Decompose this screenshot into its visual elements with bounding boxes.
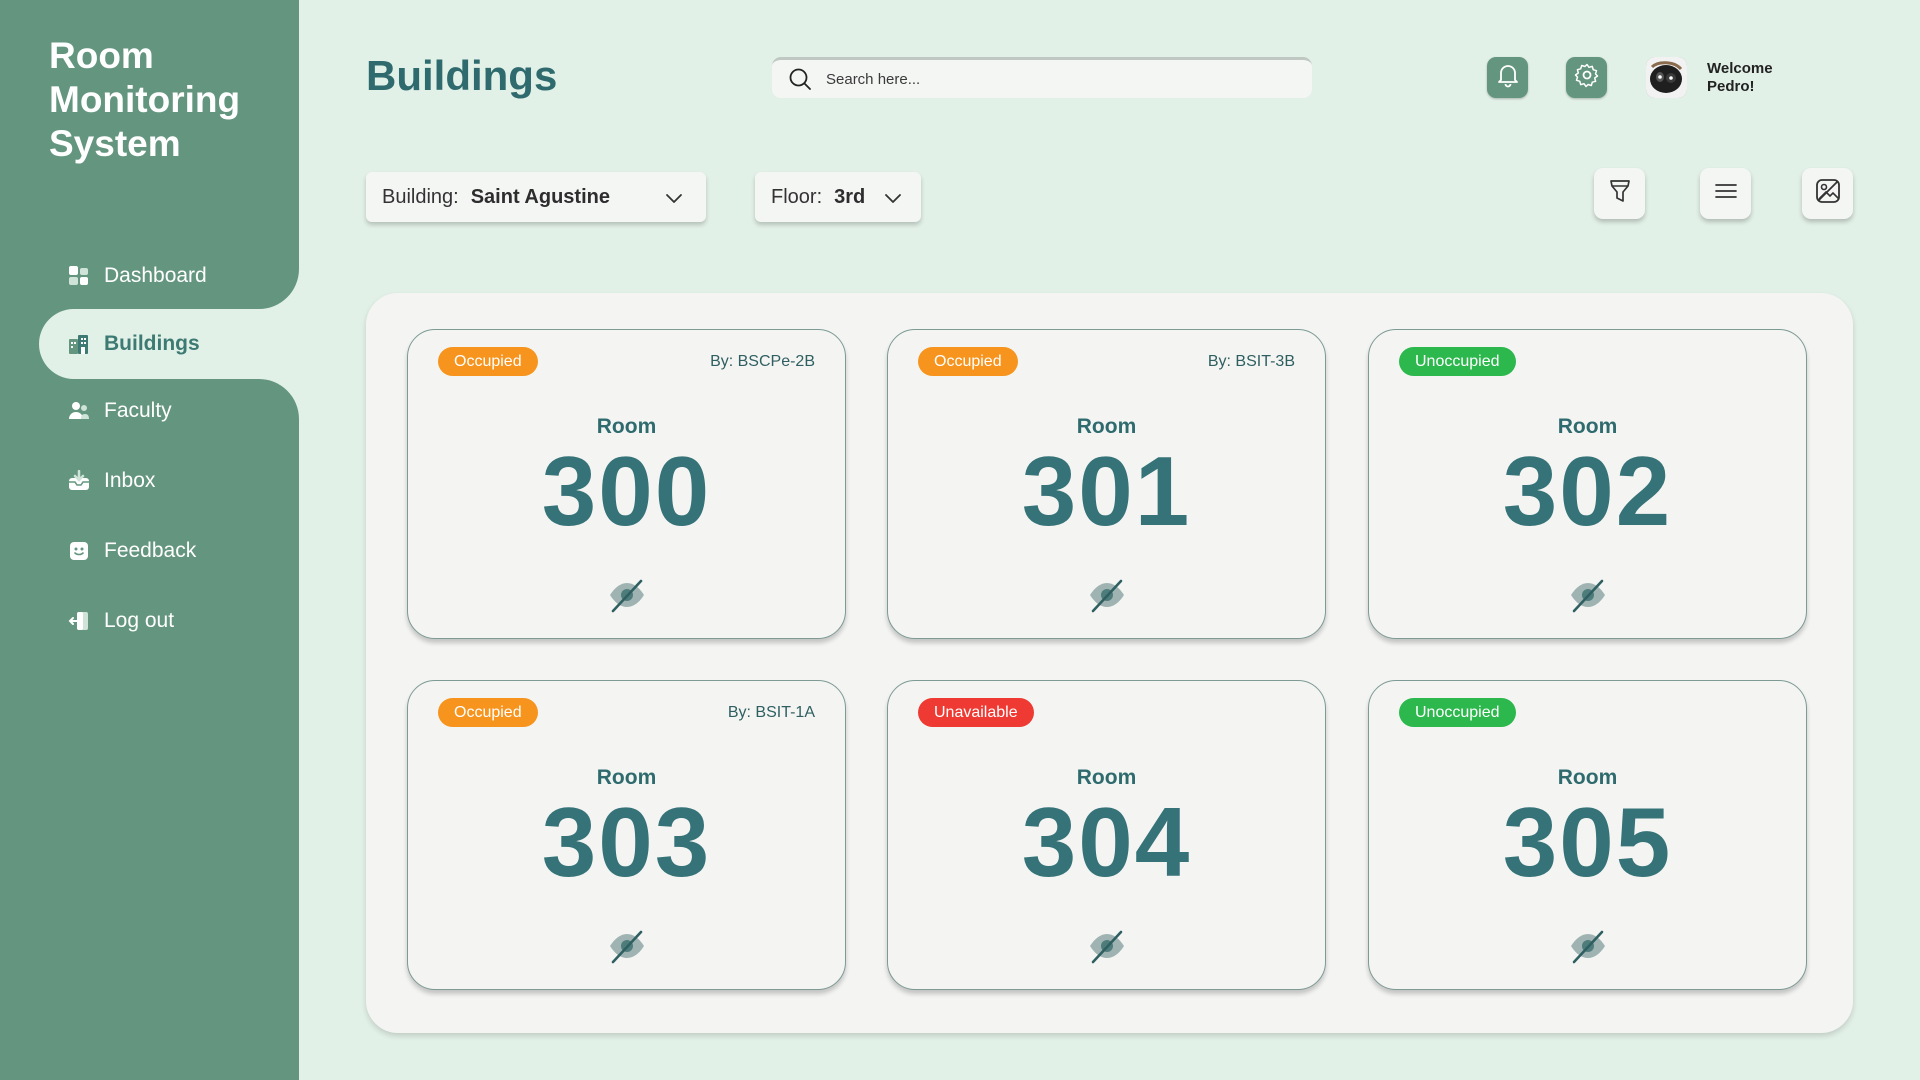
hide-image-button[interactable] [1802, 168, 1853, 219]
sidebar-item-buildings[interactable]: Buildings [39, 309, 309, 379]
floor-select[interactable]: Floor: 3rd [755, 172, 921, 222]
welcome-text: Welcome Pedro! [1707, 60, 1773, 96]
room-card[interactable]: Unavailable Room 304 [887, 680, 1326, 990]
settings-button[interactable] [1566, 57, 1607, 98]
occupied-by: By: BSIT-1A [727, 704, 815, 721]
avatar-image [1646, 57, 1687, 98]
sidebar-item-inbox[interactable]: Inbox [0, 453, 299, 509]
status-badge: Occupied [438, 347, 538, 376]
chevron-down-icon [883, 188, 903, 208]
sidebar-item-feedback[interactable]: Feedback [0, 523, 299, 579]
welcome-username: Pedro! [1707, 78, 1755, 95]
floor-select-value: 3rd [834, 185, 866, 208]
room-number: 301 [1021, 436, 1192, 546]
bell-icon [1495, 62, 1521, 93]
room-card[interactable]: Occupied By: BSCPe-2B Room 300 [407, 329, 846, 639]
building-select-label: Building: [382, 185, 459, 208]
occupied-by: By: BSCPe-2B [710, 353, 815, 370]
room-card[interactable]: Occupied By: BSIT-1A Room 303 [407, 680, 846, 990]
status-badge: Unoccupied [1399, 698, 1516, 727]
image-off-icon [1813, 176, 1843, 211]
inbox-icon [68, 470, 90, 492]
status-badge: Occupied [438, 698, 538, 727]
eye-off-icon[interactable] [1568, 926, 1608, 966]
eye-off-icon[interactable] [1087, 926, 1127, 966]
filter-icon [1606, 177, 1634, 210]
room-card[interactable]: Occupied By: BSIT-3B Room 301 [887, 329, 1326, 639]
logout-icon [68, 610, 90, 632]
dashboard-icon [68, 265, 90, 287]
eye-off-icon[interactable] [1087, 575, 1127, 615]
sidebar-item-label: Feedback [104, 539, 197, 562]
menu-icon [1712, 177, 1740, 210]
gear-icon [1574, 62, 1600, 93]
search-bar [772, 57, 1312, 98]
room-number: 303 [541, 787, 712, 897]
status-badge: Unoccupied [1399, 347, 1516, 376]
sidebar-item-dashboard[interactable]: Dashboard [0, 248, 299, 304]
search-input[interactable] [826, 70, 1286, 88]
sidebar-item-label: Log out [104, 609, 175, 632]
rooms-panel: Occupied By: BSCPe-2B Room 300 Occupied … [366, 293, 1853, 1033]
page-title: Buildings [366, 52, 558, 99]
building-icon [68, 333, 90, 355]
floor-select-label: Floor: [771, 185, 823, 208]
sidebar-item-label: Dashboard [104, 264, 207, 287]
room-card[interactable]: Unoccupied Room 305 [1368, 680, 1807, 990]
occupied-by: By: BSIT-3B [1207, 353, 1295, 370]
sidebar: Room Monitoring System Dashboard Buildin… [0, 0, 309, 1080]
room-number: 300 [541, 436, 712, 546]
app-title: Room Monitoring System [49, 35, 241, 164]
users-icon [68, 400, 90, 422]
room-card[interactable]: Unoccupied Room 302 [1368, 329, 1807, 639]
room-number: 305 [1502, 787, 1673, 897]
sidebar-item-faculty[interactable]: Faculty [0, 383, 299, 439]
feedback-icon [68, 540, 90, 562]
welcome-greeting: Welcome [1707, 60, 1773, 77]
avatar[interactable] [1646, 57, 1687, 98]
menu-button[interactable] [1700, 168, 1751, 219]
sidebar-item-label: Inbox [104, 469, 156, 492]
sidebar-item-label: Buildings [104, 332, 200, 355]
eye-off-icon[interactable] [1568, 575, 1608, 615]
sidebar-item-logout[interactable]: Log out [0, 593, 299, 649]
sidebar-item-label: Faculty [104, 399, 172, 422]
building-select[interactable]: Building: Saint Agustine [366, 172, 706, 222]
eye-off-icon[interactable] [607, 575, 647, 615]
status-badge: Unavailable [918, 698, 1034, 727]
chevron-down-icon [664, 188, 684, 208]
status-badge: Occupied [918, 347, 1018, 376]
search-icon [788, 67, 812, 91]
eye-off-icon[interactable] [607, 926, 647, 966]
room-number: 302 [1502, 436, 1673, 546]
notifications-button[interactable] [1487, 57, 1528, 98]
building-select-value: Saint Agustine [470, 185, 610, 208]
room-number: 304 [1021, 787, 1192, 897]
filter-button[interactable] [1594, 168, 1645, 219]
